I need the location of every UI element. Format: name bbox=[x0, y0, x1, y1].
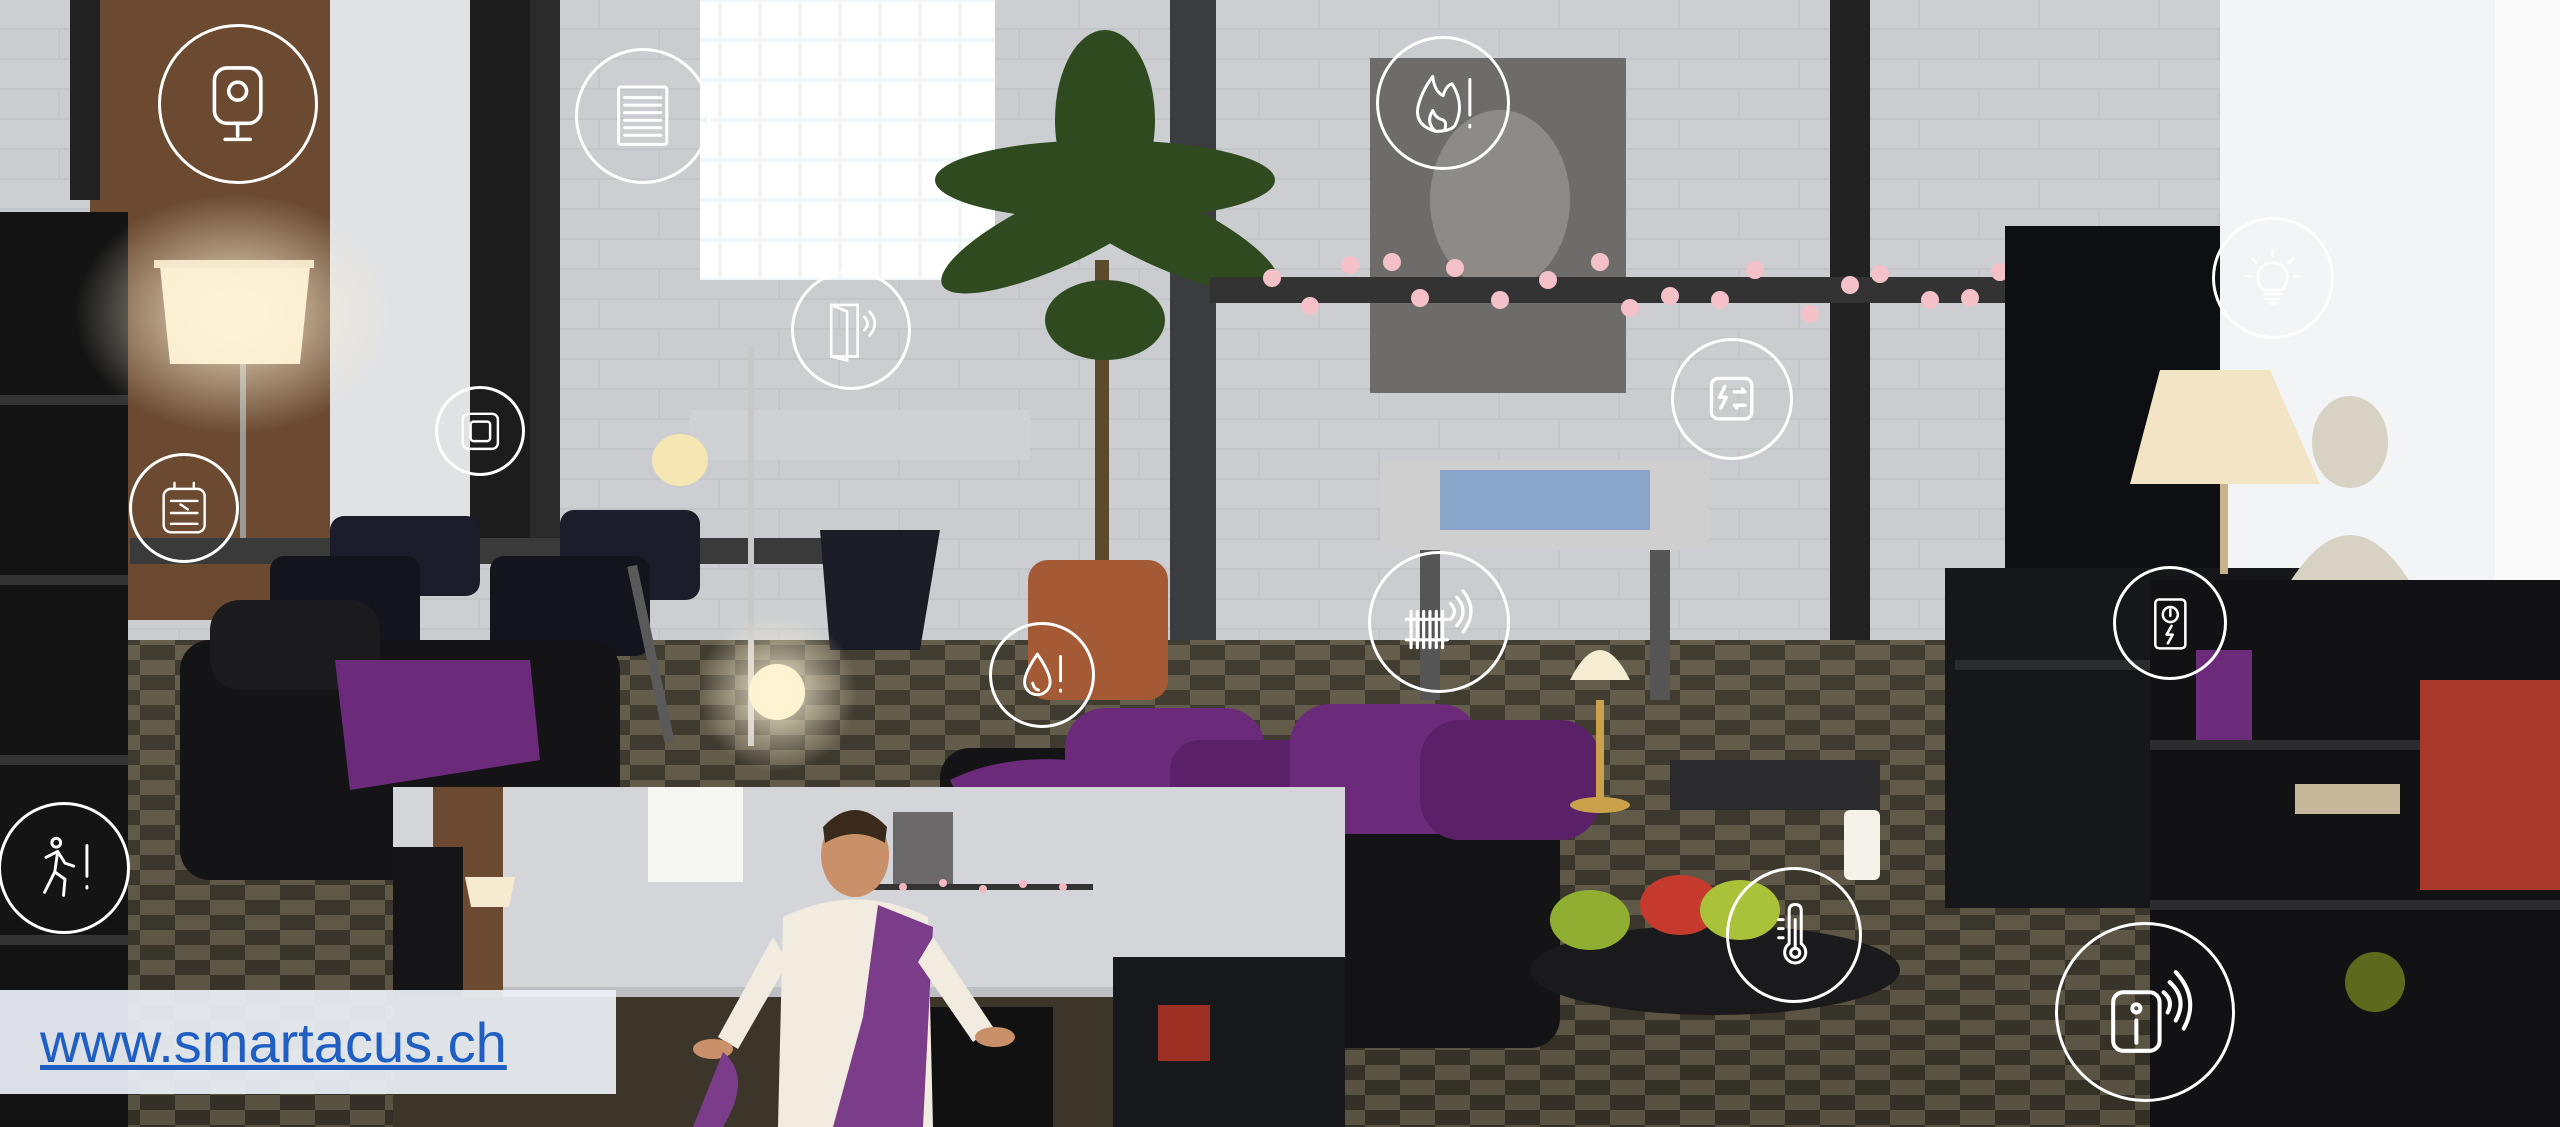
website-url-banner: www.smartacus.ch bbox=[0, 990, 616, 1094]
security-camera-icon bbox=[158, 24, 318, 184]
door-sensor-icon bbox=[791, 270, 911, 390]
thermometer-icon bbox=[1726, 867, 1862, 1003]
energy-meter-icon bbox=[2113, 566, 2227, 680]
window-blinds-icon bbox=[575, 48, 711, 184]
motion-alarm-icon bbox=[0, 802, 130, 934]
smoke-fire-alarm-icon bbox=[1376, 36, 1510, 170]
smart-home-living-room-photo: www.smartacus.ch bbox=[0, 0, 2560, 1127]
website-url-link[interactable]: www.smartacus.ch bbox=[40, 1010, 507, 1075]
smart-radiator-icon bbox=[1368, 551, 1510, 693]
water-leak-alarm-icon bbox=[989, 622, 1095, 728]
energy-switch-icon bbox=[1671, 338, 1793, 460]
smart-plug-icon bbox=[129, 453, 239, 563]
smart-hub-icon bbox=[2055, 922, 2235, 1102]
smart-bulb-icon bbox=[2212, 217, 2334, 339]
wall-switch-icon bbox=[435, 386, 525, 476]
